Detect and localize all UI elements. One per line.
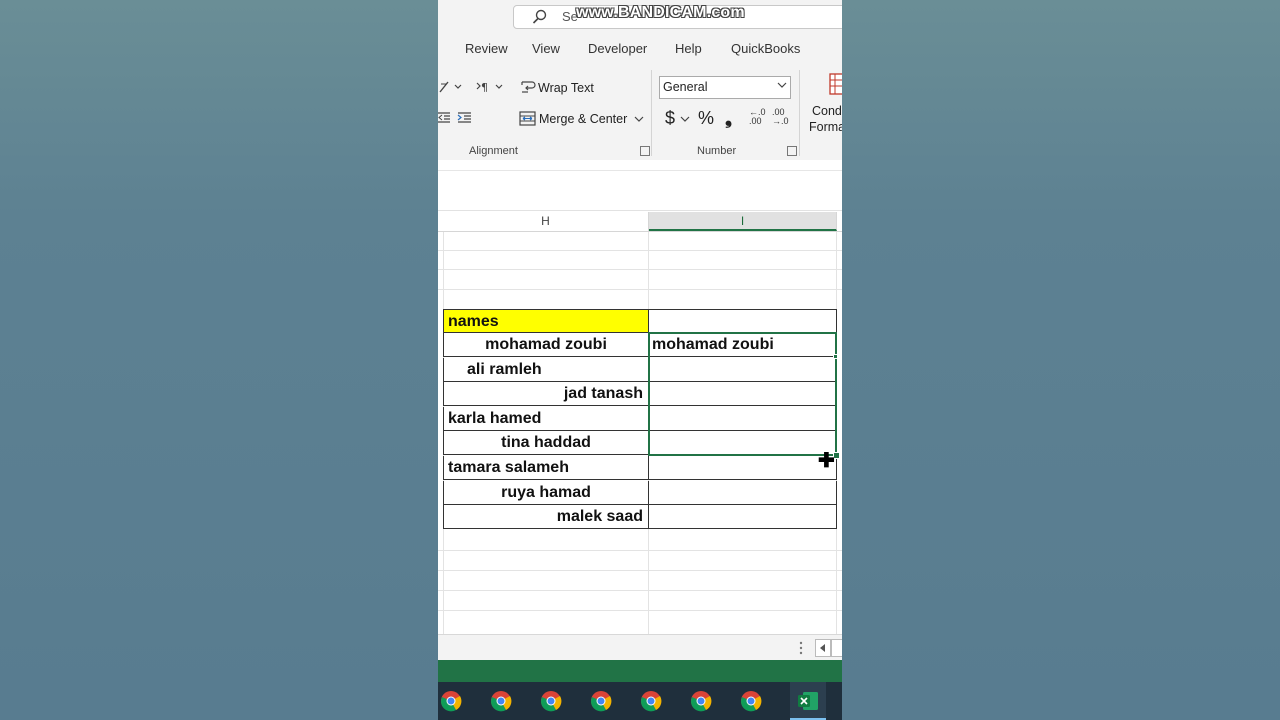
table-row: names bbox=[438, 309, 842, 333]
wrap-text-label: Wrap Text bbox=[538, 81, 594, 95]
currency-button[interactable]: $ bbox=[665, 108, 691, 129]
merge-center-button[interactable]: Merge & Center bbox=[519, 111, 645, 126]
conditional-formatting-label-2: Forma bbox=[809, 120, 842, 134]
text-direction-icon: ¶ bbox=[476, 81, 503, 94]
fill-handle-marker bbox=[833, 354, 838, 359]
title-bar: Se www.BANDICAM.com bbox=[438, 0, 842, 34]
cell-i[interactable] bbox=[648, 480, 837, 505]
number-group-label: Number bbox=[697, 145, 737, 157]
gridline bbox=[438, 289, 842, 290]
table-row: malek saad bbox=[438, 505, 842, 530]
ribbon: ¶ Wrap Text Merge & Center Alignment Gen… bbox=[438, 64, 842, 161]
recording-watermark: www.BANDICAM.com bbox=[576, 4, 745, 21]
chrome-icon[interactable] bbox=[590, 690, 612, 712]
chrome-icon[interactable] bbox=[640, 690, 662, 712]
tab-review[interactable]: Review bbox=[465, 41, 508, 56]
number-dialog-launcher[interactable] bbox=[787, 146, 797, 156]
cell-i-header[interactable] bbox=[648, 309, 837, 333]
gridline bbox=[438, 250, 842, 251]
chrome-icon[interactable] bbox=[440, 690, 462, 712]
gridline bbox=[438, 590, 842, 591]
table-row: ruya hamad bbox=[438, 480, 842, 505]
gridline bbox=[438, 570, 842, 571]
taskbar bbox=[438, 682, 842, 720]
conditional-formatting-icon[interactable] bbox=[829, 73, 842, 95]
percent-button[interactable]: % bbox=[698, 108, 714, 129]
gridline bbox=[438, 269, 842, 270]
conditional-formatting-label-1: Cond bbox=[812, 104, 842, 118]
wrap-text-button[interactable]: Wrap Text bbox=[520, 80, 594, 96]
chevron-down-icon bbox=[777, 82, 787, 88]
chrome-icon[interactable] bbox=[540, 690, 562, 712]
alignment-group-label: Alignment bbox=[469, 145, 518, 157]
scroll-right-button[interactable] bbox=[831, 639, 842, 657]
cell-i[interactable] bbox=[648, 505, 837, 530]
column-headers: H I bbox=[438, 212, 842, 232]
cell-h[interactable]: karla hamed bbox=[443, 406, 649, 431]
decrease-indent-button[interactable] bbox=[438, 111, 452, 125]
sheet-scroll-bar bbox=[438, 634, 842, 661]
caret-left-icon bbox=[820, 644, 825, 652]
orientation-icon bbox=[439, 81, 462, 93]
cell-h[interactable]: jad tanash bbox=[443, 382, 649, 407]
comma-style-button[interactable]: ❟ bbox=[725, 108, 732, 129]
comma-icon: ❟ bbox=[725, 108, 733, 128]
chrome-icon[interactable] bbox=[740, 690, 762, 712]
column-header-i[interactable]: I bbox=[649, 212, 837, 231]
selection-range[interactable] bbox=[648, 332, 837, 456]
scroll-left-button[interactable] bbox=[815, 639, 831, 657]
decrease-decimal-icon: .00 →.0 bbox=[772, 107, 789, 126]
cell-h[interactable]: mohamad zoubi bbox=[443, 333, 649, 357]
decrease-indent-icon bbox=[438, 112, 450, 123]
gridline bbox=[438, 550, 842, 551]
cell-h[interactable]: malek saad bbox=[443, 505, 649, 530]
merge-center-label: Merge & Center bbox=[539, 111, 628, 126]
svg-text:¶: ¶ bbox=[481, 81, 488, 94]
percent-icon: % bbox=[698, 108, 715, 128]
number-format-value: General bbox=[663, 80, 708, 94]
formula-area bbox=[438, 160, 842, 211]
text-direction-button[interactable]: ¶ bbox=[475, 80, 503, 94]
more-options-icon[interactable] bbox=[798, 641, 804, 655]
wrap-text-icon bbox=[521, 81, 536, 93]
increase-indent-icon bbox=[457, 112, 471, 123]
excel-window: Se www.BANDICAM.com Review View Develope… bbox=[438, 0, 842, 720]
tab-help[interactable]: Help bbox=[675, 41, 702, 56]
currency-icon: $ bbox=[665, 108, 676, 128]
orientation-button[interactable] bbox=[438, 80, 464, 94]
group-separator bbox=[651, 70, 652, 156]
gridline bbox=[438, 610, 842, 611]
excel-icon[interactable] bbox=[797, 690, 819, 712]
cell-h-names[interactable]: names bbox=[443, 309, 649, 333]
ribbon-tabs: Review View Developer Help QuickBooks bbox=[438, 34, 842, 64]
formula-divider bbox=[438, 170, 842, 171]
cell-h[interactable]: ali ramleh bbox=[443, 357, 649, 382]
increase-decimal-icon: ←.0 .00 bbox=[749, 107, 766, 126]
tab-quickbooks[interactable]: QuickBooks bbox=[731, 41, 800, 56]
cell-h[interactable]: ruya hamad bbox=[443, 480, 649, 505]
chrome-icon[interactable] bbox=[490, 690, 512, 712]
increase-indent-button[interactable] bbox=[457, 111, 473, 125]
cell-h[interactable]: tina haddad bbox=[443, 431, 649, 456]
group-separator bbox=[799, 70, 800, 156]
table-row: tamara salameh bbox=[438, 456, 842, 480]
number-format-select[interactable]: General bbox=[659, 76, 791, 99]
chevron-down-icon[interactable] bbox=[633, 114, 645, 124]
chevron-down-icon bbox=[680, 116, 690, 122]
tab-developer[interactable]: Developer bbox=[588, 41, 647, 56]
cell-h[interactable]: tamara salameh bbox=[443, 456, 649, 480]
worksheet-grid[interactable]: names mohamad zoubi mohamad zoubi ali raml… bbox=[438, 232, 842, 634]
chrome-icon[interactable] bbox=[690, 690, 712, 712]
status-bar bbox=[438, 660, 842, 682]
alignment-dialog-launcher[interactable] bbox=[640, 146, 650, 156]
crosshair-cursor-icon: ✚ bbox=[818, 450, 835, 472]
search-icon bbox=[532, 9, 547, 24]
decrease-decimal-button[interactable]: .00 →.0 bbox=[772, 108, 792, 126]
cell-i[interactable] bbox=[648, 456, 837, 480]
merge-center-icon bbox=[519, 111, 536, 126]
column-header-h[interactable]: H bbox=[443, 212, 649, 231]
increase-decimal-button[interactable]: ←.0 .00 bbox=[749, 108, 769, 126]
tab-view[interactable]: View bbox=[532, 41, 560, 56]
